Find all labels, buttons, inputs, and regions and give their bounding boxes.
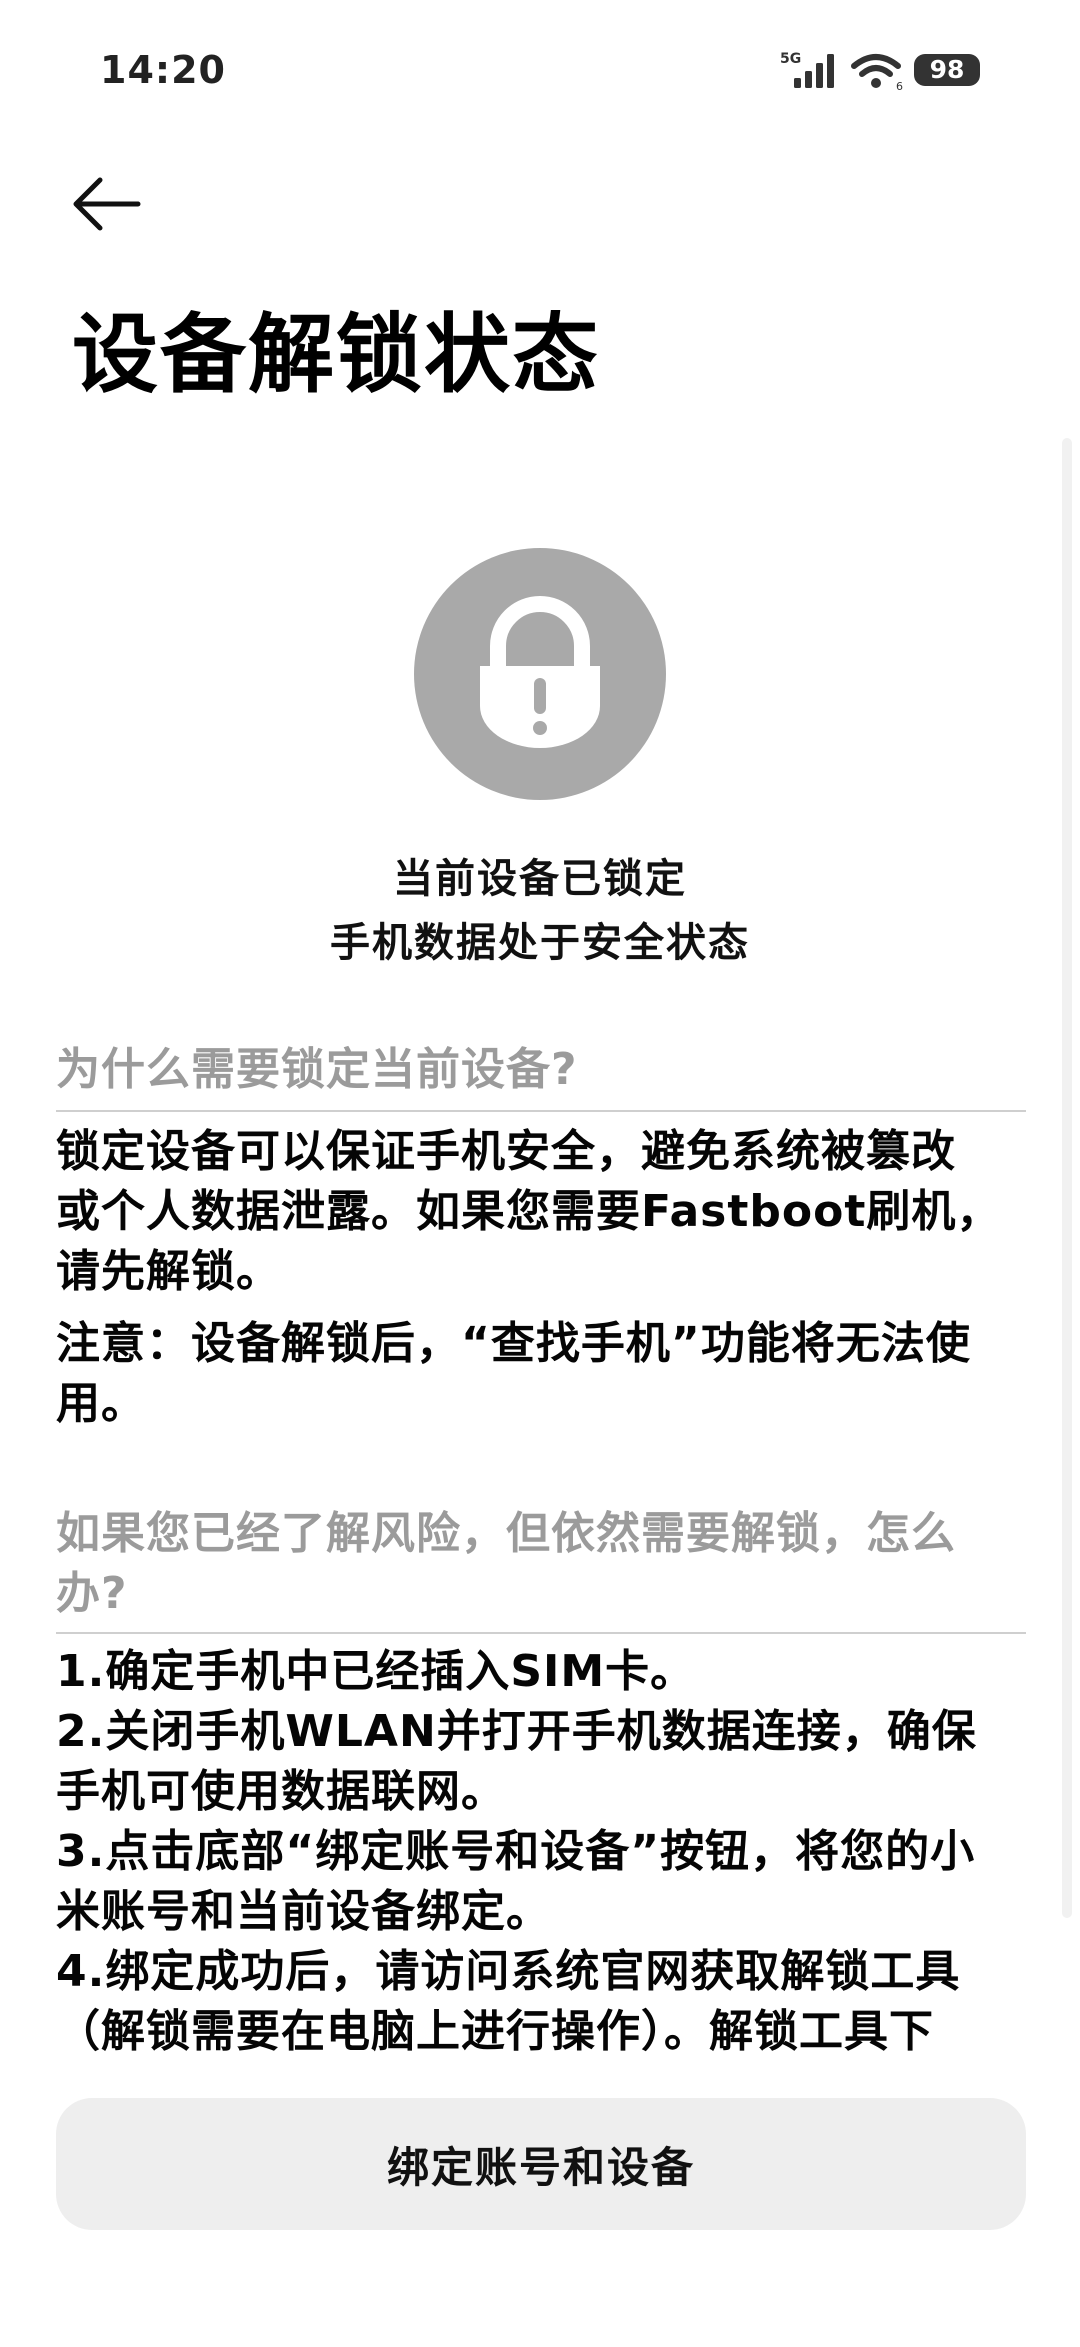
body-line: 用。 bbox=[56, 1378, 146, 1429]
step-line: 手机可使用数据联网。 bbox=[56, 1766, 506, 1817]
divider bbox=[56, 1632, 1026, 1634]
body-line: 请先解锁。 bbox=[56, 1246, 281, 1297]
section-body-how: 1.确定手机中已经插入SIM卡。 2.关闭手机WLAN并打开手机数据连接，确保 … bbox=[56, 1642, 1026, 2062]
step-line: （解锁需要在电脑上进行操作）。解锁工具下 bbox=[56, 2006, 934, 2057]
body-line: 锁定设备可以保证手机安全，避免系统被篡改 bbox=[56, 1126, 956, 1177]
body-line: 或个人数据泄露。如果您需要Fastboot刷机， bbox=[56, 1186, 1002, 1237]
bind-account-device-button[interactable]: 绑定账号和设备 bbox=[56, 2098, 1026, 2230]
section-heading-why: 为什么需要锁定当前设备? bbox=[56, 1044, 578, 1095]
step-line: 3.点击底部“绑定账号和设备”按钮，将您的小 bbox=[56, 1826, 976, 1877]
lock-status-line-1: 当前设备已锁定 bbox=[393, 856, 687, 902]
section-heading-line: 如果您已经了解风险，但依然需要解锁，怎么 bbox=[56, 1508, 956, 1559]
section-heading-how: 如果您已经了解风险，但依然需要解锁，怎么 办? bbox=[56, 1504, 1026, 1624]
lock-status-line-2: 手机数据处于安全状态 bbox=[330, 920, 750, 966]
step-line: 1.确定手机中已经插入SIM卡。 bbox=[56, 1646, 696, 1697]
lock-status-circle bbox=[414, 548, 666, 800]
step-line: 4.绑定成功后，请访问系统官网获取解锁工具 bbox=[56, 1946, 961, 1997]
section-body-why: 锁定设备可以保证手机安全，避免系统被篡改 或个人数据泄露。如果您需要Fastbo… bbox=[56, 1122, 1026, 1434]
step-line: 2.关闭手机WLAN并打开手机数据连接，确保 bbox=[56, 1706, 977, 1757]
content-scroll-area[interactable]: 当前设备已锁定 手机数据处于安全状态 为什么需要锁定当前设备? 锁定设备可以保证… bbox=[0, 0, 1080, 2075]
padlock-warning-icon bbox=[480, 596, 600, 748]
divider bbox=[56, 1110, 1026, 1112]
body-line: 注意：设备解锁后，“查找手机”功能将无法使 bbox=[56, 1318, 971, 1369]
section-heading-line: 办? bbox=[56, 1568, 128, 1619]
step-line: 米账号和当前设备绑定。 bbox=[56, 1886, 551, 1937]
scrollbar[interactable] bbox=[1062, 438, 1072, 1918]
